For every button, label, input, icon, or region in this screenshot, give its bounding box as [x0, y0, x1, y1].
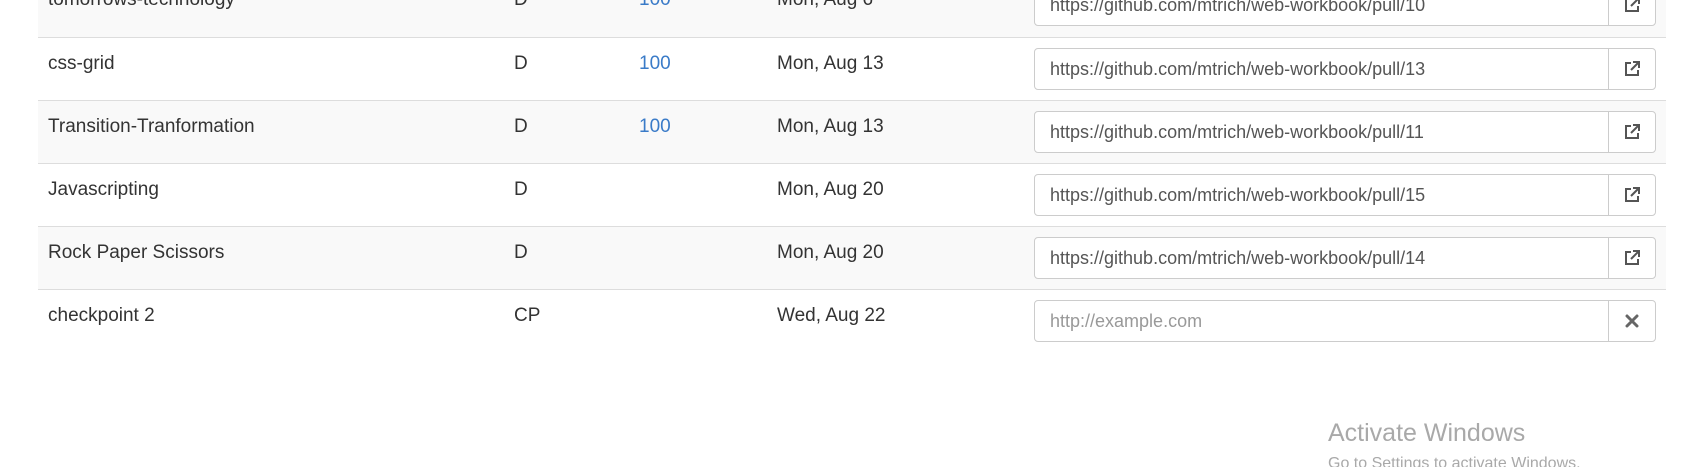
assignment-due-date: Mon, Aug 6 [777, 0, 873, 11]
open-submission-link-button[interactable] [1609, 238, 1655, 278]
assignment-score[interactable]: 100 [639, 0, 671, 11]
submission-url-group [1034, 300, 1656, 342]
submission-url-group [1034, 111, 1656, 153]
assignment-due-date: Mon, Aug 13 [777, 116, 884, 137]
assignment-type: D [514, 242, 528, 263]
external-link-icon [1623, 0, 1641, 14]
assignment-type: CP [514, 305, 541, 326]
submission-url-input[interactable] [1035, 238, 1609, 278]
table-row: Javascripting D Mon, Aug 20 [38, 163, 1666, 226]
assignment-name: tomorrows-technology [48, 0, 235, 11]
open-submission-link-button[interactable] [1609, 112, 1655, 152]
table-row: checkpoint 2 CP Wed, Aug 22 [38, 289, 1666, 352]
submission-url-group [1034, 174, 1656, 216]
submission-url-input[interactable] [1035, 175, 1609, 215]
assignments-table: tomorrows-technology D 100 Mon, Aug 6 css-gr… [38, 0, 1666, 352]
table-row: Transition-Tranformation D 100 Mon, Aug 13 [38, 100, 1666, 163]
assignment-type: D [514, 0, 528, 11]
assignment-type: D [514, 53, 528, 74]
open-submission-link-button[interactable] [1609, 0, 1655, 25]
assignment-type: D [514, 116, 528, 137]
open-submission-link-button[interactable] [1609, 175, 1655, 215]
external-link-icon [1623, 60, 1641, 78]
open-submission-link-button[interactable] [1609, 49, 1655, 89]
assignment-type: D [514, 179, 528, 200]
table-row: tomorrows-technology D 100 Mon, Aug 6 [38, 0, 1666, 37]
assignment-due-date: Mon, Aug 20 [777, 242, 884, 263]
submission-url-input[interactable] [1035, 49, 1609, 89]
assignments-page: tomorrows-technology D 100 Mon, Aug 6 css-gr… [0, 0, 1686, 467]
watermark-title: Activate Windows [1328, 419, 1526, 447]
external-link-icon [1623, 123, 1641, 141]
close-icon [1625, 314, 1639, 328]
assignment-due-date: Mon, Aug 20 [777, 179, 884, 200]
assignment-name: css-grid [48, 53, 115, 74]
assignment-name: Javascripting [48, 179, 159, 200]
assignment-score[interactable]: 100 [639, 53, 671, 75]
submission-url-group [1034, 237, 1656, 279]
submission-url-group [1034, 0, 1656, 26]
submission-url-group [1034, 48, 1656, 90]
assignment-score[interactable]: 100 [639, 116, 671, 138]
assignment-due-date: Wed, Aug 22 [777, 305, 886, 326]
assignment-name: Transition-Tranformation [48, 116, 255, 137]
assignment-due-date: Mon, Aug 13 [777, 53, 884, 74]
external-link-icon [1623, 249, 1641, 267]
table-row: css-grid D 100 Mon, Aug 13 [38, 37, 1666, 100]
submission-url-input[interactable] [1035, 301, 1609, 341]
external-link-icon [1623, 186, 1641, 204]
watermark-subtitle: Go to Settings to activate Windows. [1328, 455, 1581, 467]
remove-submission-button[interactable] [1609, 301, 1655, 341]
assignment-name: Rock Paper Scissors [48, 242, 225, 263]
table-row: Rock Paper Scissors D Mon, Aug 20 [38, 226, 1666, 289]
submission-url-input[interactable] [1035, 112, 1609, 152]
submission-url-input[interactable] [1035, 0, 1609, 25]
assignment-name: checkpoint 2 [48, 305, 155, 326]
activate-windows-watermark: Activate Windows Go to Settings to activ… [1328, 418, 1581, 467]
